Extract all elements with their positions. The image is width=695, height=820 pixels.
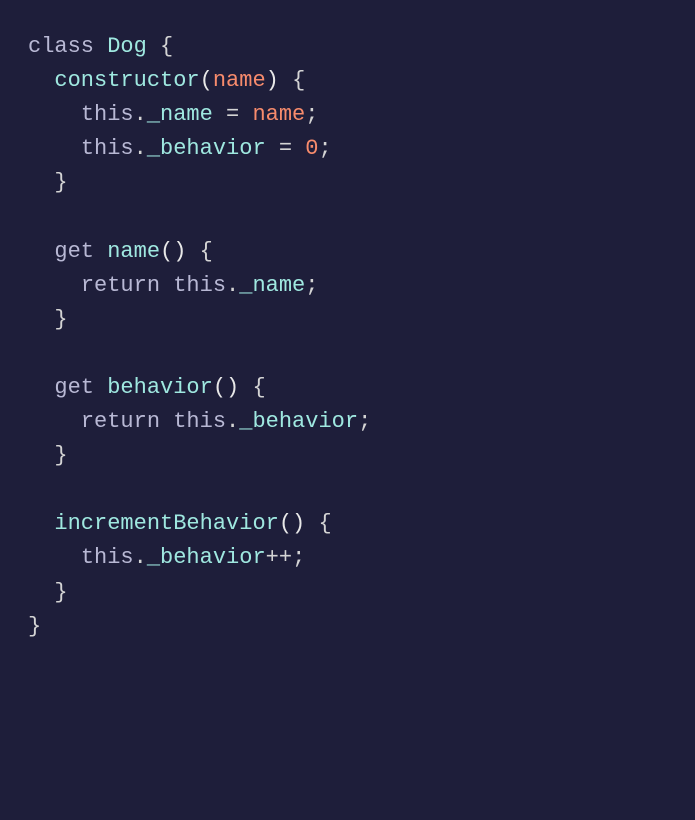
getter-behavior: behavior (107, 375, 213, 400)
brace-close: } (54, 170, 67, 195)
paren-close: ) (266, 68, 279, 93)
property-behavior: _behavior (147, 136, 266, 161)
semicolon: ; (305, 273, 318, 298)
paren-open: ( (213, 375, 226, 400)
class-name: Dog (107, 34, 147, 59)
assign-op: = (213, 102, 253, 127)
plusplus-op: ++ (266, 545, 292, 570)
brace-close: } (54, 307, 67, 332)
semicolon: ; (305, 102, 318, 127)
brace-open: { (292, 68, 305, 93)
this-keyword: this (173, 409, 226, 434)
brace-open: { (200, 239, 213, 264)
paren-open: ( (279, 511, 292, 536)
this-keyword: this (81, 136, 134, 161)
property-name: _name (147, 102, 213, 127)
brace-open: { (160, 34, 173, 59)
constructor-name: constructor (54, 68, 199, 93)
paren-close: ) (226, 375, 239, 400)
this-keyword: this (81, 545, 134, 570)
dot: . (226, 273, 239, 298)
keyword-return: return (81, 273, 160, 298)
code-block: class Dog { constructor(name) { this._na… (28, 30, 667, 644)
this-keyword: this (173, 273, 226, 298)
paren-open: ( (160, 239, 173, 264)
keyword-get: get (54, 375, 94, 400)
property-behavior: _behavior (239, 409, 358, 434)
paren-close: ) (173, 239, 186, 264)
dot: . (226, 409, 239, 434)
brace-close: } (54, 443, 67, 468)
dot: . (134, 136, 147, 161)
method-increment: incrementBehavior (54, 511, 278, 536)
paren-close: ) (292, 511, 305, 536)
property-name: _name (239, 273, 305, 298)
brace-close: } (54, 580, 67, 605)
keyword-class: class (28, 34, 94, 59)
keyword-return: return (81, 409, 160, 434)
paren-open: ( (200, 68, 213, 93)
brace-open: { (318, 511, 331, 536)
property-behavior: _behavior (147, 545, 266, 570)
brace-open: { (252, 375, 265, 400)
this-keyword: this (81, 102, 134, 127)
var-name: name (252, 102, 305, 127)
getter-name: name (107, 239, 160, 264)
semicolon: ; (318, 136, 331, 161)
dot: . (134, 102, 147, 127)
brace-close: } (28, 614, 41, 639)
assign-op: = (266, 136, 306, 161)
dot: . (134, 545, 147, 570)
number-zero: 0 (305, 136, 318, 161)
semicolon: ; (292, 545, 305, 570)
param-name: name (213, 68, 266, 93)
keyword-get: get (54, 239, 94, 264)
semicolon: ; (358, 409, 371, 434)
